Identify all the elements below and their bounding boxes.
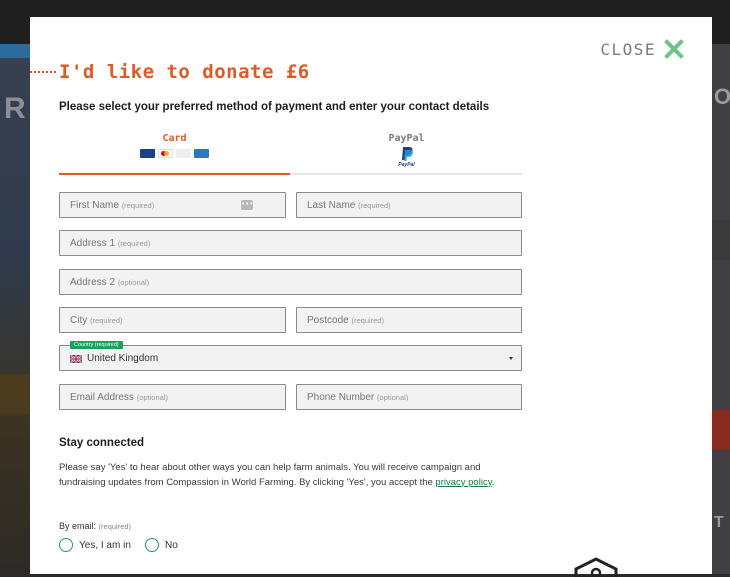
first-name-field[interactable]: First Name (required) •••	[59, 192, 286, 218]
by-email-text: By email:	[59, 521, 97, 531]
paypal-icon	[401, 147, 413, 161]
phone-placeholder: Phone Number (optional)	[307, 392, 408, 403]
city-field[interactable]: City (required)	[59, 307, 286, 333]
maestro-icon	[176, 149, 191, 158]
autofill-icon[interactable]: •••	[241, 200, 253, 210]
backdrop-letter: R	[4, 92, 26, 125]
field-label: First Name	[70, 200, 119, 211]
stay-connected-heading: Stay connected	[59, 437, 144, 449]
country-select[interactable]: Country (required) United Kingdom	[59, 341, 522, 371]
last-name-placeholder: Last Name (required)	[307, 200, 391, 211]
backdrop-letter: O	[714, 84, 730, 109]
field-hint: (optional)	[117, 278, 150, 287]
field-label: Address 2	[70, 277, 116, 288]
tab-paypal-label: PayPal	[388, 133, 425, 144]
privacy-policy-link[interactable]: privacy policy	[435, 477, 491, 488]
close-icon[interactable]	[664, 39, 684, 59]
tab-paypal[interactable]: PayPal PayPal	[291, 129, 522, 173]
tab-card-label: Card	[162, 133, 187, 144]
field-label: City	[70, 315, 88, 326]
consent-end: .	[491, 476, 495, 488]
chevron-down-icon	[509, 357, 513, 360]
first-name-placeholder: First Name (required)	[70, 200, 154, 211]
country-label-badge: Country (required)	[70, 341, 123, 349]
field-hint: (required)	[121, 201, 155, 210]
radio-no[interactable]	[145, 538, 159, 552]
amex-icon	[194, 149, 209, 158]
postcode-placeholder: Postcode (required)	[307, 315, 384, 326]
city-placeholder: City (required)	[70, 315, 123, 326]
close-label: CLOSE	[600, 39, 656, 59]
address1-placeholder: Address 1 (required)	[70, 238, 150, 249]
page-backdrop-right: O T	[712, 44, 730, 574]
field-label: Phone Number	[307, 392, 375, 403]
email-field[interactable]: Email Address (optional)	[59, 384, 286, 410]
field-hint: (required)	[117, 239, 151, 248]
radio-no-label: No	[165, 539, 178, 551]
field-hint: (required)	[90, 316, 123, 325]
mastercard-icon	[158, 149, 173, 158]
donation-modal: CLOSE I'd like to donate £6 Please selec…	[30, 17, 712, 577]
backdrop-red-button	[712, 410, 730, 450]
backdrop-panel	[712, 220, 730, 260]
email-opt-in-yes[interactable]: Yes, I am in	[59, 538, 131, 552]
backdrop-letter: T	[714, 514, 724, 531]
email-opt-in-no[interactable]: No	[145, 538, 178, 552]
tab-card[interactable]: Card	[59, 129, 290, 175]
visa-icon	[140, 149, 155, 158]
by-email-hint: (required)	[98, 522, 132, 531]
backdrop-image-strip	[0, 374, 30, 414]
field-label: Last Name	[307, 200, 356, 211]
last-name-field[interactable]: Last Name (required)	[296, 192, 522, 218]
field-label: Email Address	[70, 392, 134, 403]
radio-yes[interactable]	[59, 538, 73, 552]
title-row: I'd like to donate £6	[30, 61, 310, 83]
close-button[interactable]: CLOSE	[600, 39, 684, 59]
country-value: United Kingdom	[87, 353, 159, 364]
backdrop-banner-strip	[0, 44, 30, 58]
radio-yes-label: Yes, I am in	[79, 539, 131, 551]
consent-text: Please say 'Yes' to hear about other way…	[59, 461, 529, 490]
secure-badge-icon	[574, 557, 618, 577]
consent-body: Please say 'Yes' to hear about other way…	[59, 462, 481, 488]
by-email-label: By email: (required)	[59, 521, 131, 531]
field-hint: (required)	[351, 316, 384, 325]
field-hint: (required)	[358, 201, 391, 210]
field-hint: (optional)	[377, 393, 409, 402]
field-label: Postcode	[307, 315, 349, 326]
address2-field[interactable]: Address 2 (optional)	[59, 269, 522, 295]
uk-flag-icon	[70, 355, 82, 363]
email-placeholder: Email Address (optional)	[70, 392, 168, 403]
page-backdrop-left: R	[0, 44, 30, 574]
phone-field[interactable]: Phone Number (optional)	[296, 384, 522, 410]
card-icons	[59, 149, 290, 158]
address2-placeholder: Address 2 (optional)	[70, 277, 149, 288]
field-hint: (optional)	[136, 393, 168, 402]
payment-instructions: Please select your preferred method of p…	[59, 101, 490, 113]
postcode-field[interactable]: Postcode (required)	[296, 307, 522, 333]
payment-method-tabs: Card PayPal PayPal	[59, 129, 522, 175]
page-title: I'd like to donate £6	[59, 61, 310, 83]
field-label: Address 1	[70, 238, 116, 249]
title-dotted-rule	[30, 71, 56, 73]
address1-field[interactable]: Address 1 (required)	[59, 230, 522, 256]
paypal-wordmark: PayPal	[398, 162, 415, 168]
